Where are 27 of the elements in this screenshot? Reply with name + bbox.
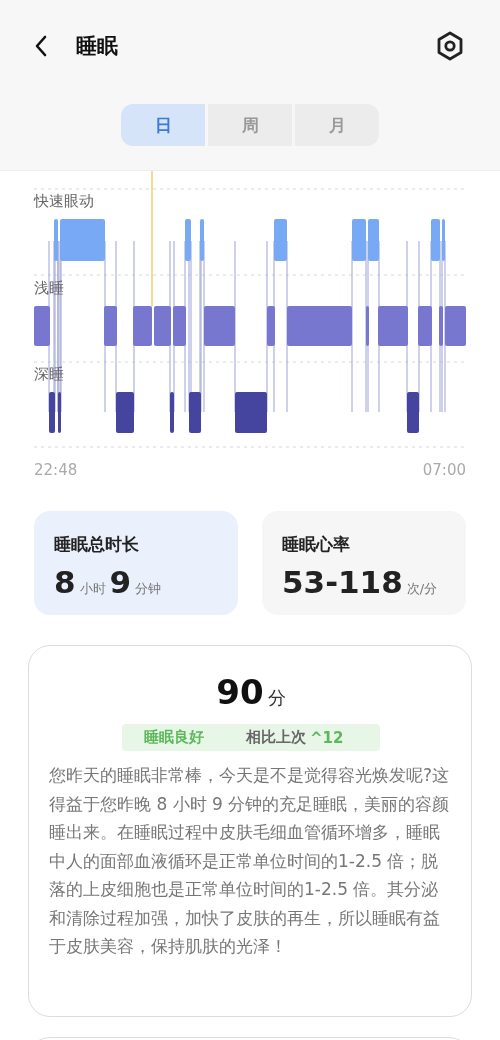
period-tab[interactable]: 月 (295, 104, 379, 146)
value-unit: 次/分 (406, 580, 438, 598)
score-value: 90 (216, 672, 264, 712)
score-unit: 分 (267, 686, 286, 710)
rating-text: 睡眠良好 (144, 728, 204, 747)
start-time: 22:48 (34, 461, 78, 479)
description-text: 您昨天的睡眠非常棒，今天是不是觉得容光焕发呢?这得益于您昨晚 8 小时 9 分钟的充足睡眠，美丽的容颜睡出来。在睡眠过程中皮肤毛细血管循环增多，睡眠中人的面部血液循环是正常单位时间的1-2.5 倍；脱落的上皮细胞也是正常单位时间的1-2.5 倍。其分泌和清除过程加强，加快了皮肤的再生，所以睡眠有益于皮肤美容，保持肌肤的光泽！ (49, 764, 451, 958)
period-tab[interactable]: 周 (208, 104, 292, 146)
stage-label: 快速眼动 (34, 191, 94, 211)
page-title: 睡眠 (76, 33, 119, 60)
value-number: 9 (109, 564, 132, 600)
settings-icon[interactable] (436, 31, 464, 61)
stage-label: 深睡 (34, 364, 64, 384)
compare-label: 相比上次 (246, 728, 306, 747)
end-time: 07:00 (422, 461, 466, 479)
period-tab[interactable]: 日 (121, 104, 205, 146)
card-title: 睡眠总时长 (54, 533, 140, 556)
card-title: 睡眠心率 (282, 533, 351, 556)
back-icon[interactable] (34, 35, 48, 57)
stage-label: 浅睡 (34, 277, 64, 298)
value-number: 8 (54, 564, 76, 600)
change-value: ^12 (310, 728, 344, 747)
value-unit: 小时 (79, 580, 106, 598)
value-unit: 分钟 (135, 580, 162, 598)
value-number: 53-118 (282, 564, 403, 600)
summary-card[interactable]: 睡眠总时长 8 小时 9 分钟 (34, 511, 238, 615)
summary-card[interactable]: 睡眠心率 53-118 次/分 (262, 511, 466, 615)
